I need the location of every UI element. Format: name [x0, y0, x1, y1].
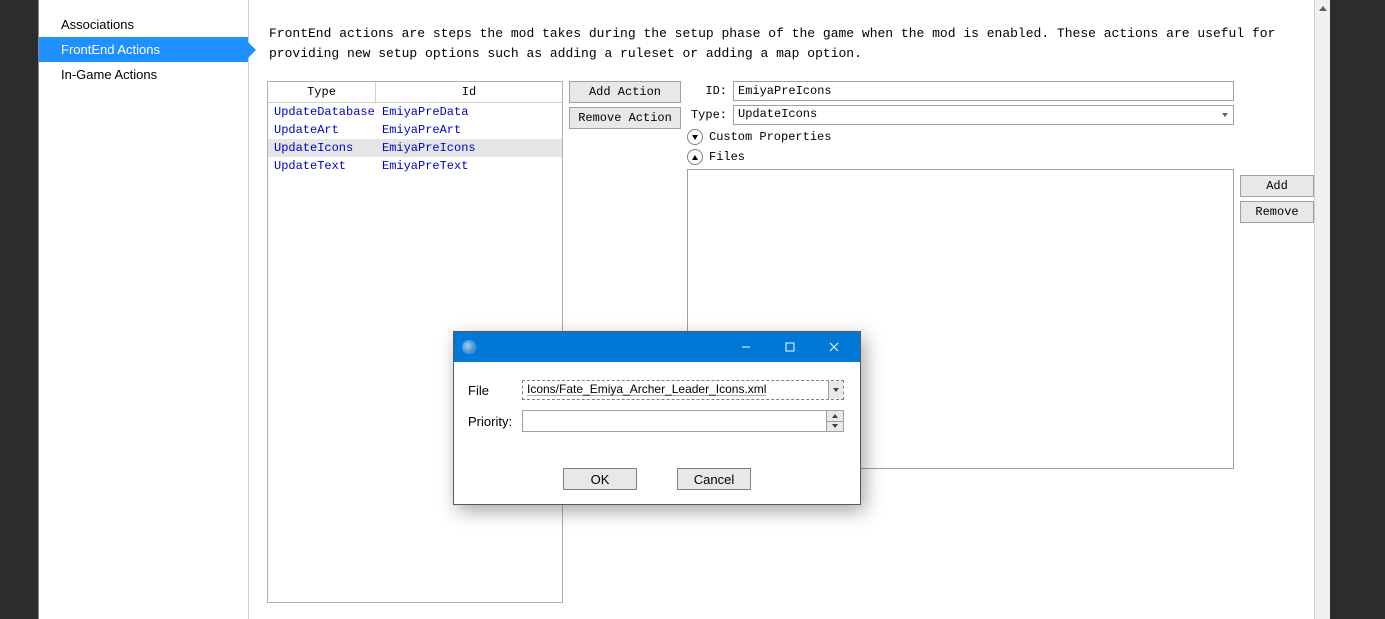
cell-id: EmiyaPreText [376, 157, 562, 175]
files-section[interactable]: Files [687, 149, 1234, 165]
nav-ingame-actions[interactable]: In-Game Actions [39, 62, 248, 87]
cell-type: UpdateDatabase [268, 103, 376, 121]
close-icon [829, 342, 839, 352]
app-icon [462, 340, 476, 354]
maximize-icon [785, 342, 795, 352]
type-label: Type: [687, 108, 733, 122]
cell-id: EmiyaPreIcons [376, 139, 562, 157]
right-dark-strip [1330, 0, 1385, 619]
minimize-button[interactable] [724, 333, 768, 361]
ok-button[interactable]: OK [563, 468, 637, 490]
type-select[interactable]: UpdateIcons [733, 105, 1234, 125]
priority-spinner [827, 410, 844, 432]
left-nav: Associations FrontEnd Actions In-Game Ac… [39, 0, 249, 619]
nav-frontend-actions[interactable]: FrontEnd Actions [39, 37, 248, 62]
file-label: File [468, 383, 522, 398]
file-combobox[interactable]: Icons/Fate_Emiya_Archer_Leader_Icons.xml [522, 380, 844, 400]
id-label: ID: [687, 84, 733, 98]
cell-id: EmiyaPreData [376, 103, 562, 121]
table-row[interactable]: UpdateText EmiyaPreText [268, 157, 562, 175]
cell-type: UpdateText [268, 157, 376, 175]
custom-properties-label: Custom Properties [709, 130, 831, 144]
chevron-down-icon [687, 129, 703, 145]
custom-properties-section[interactable]: Custom Properties [687, 129, 1234, 145]
scroll-up-icon[interactable] [1315, 0, 1330, 16]
dialog-titlebar[interactable] [454, 332, 860, 362]
close-button[interactable] [812, 333, 856, 361]
cell-type: UpdateArt [268, 121, 376, 139]
minimize-icon [741, 342, 751, 352]
id-input[interactable] [733, 81, 1234, 101]
table-row[interactable]: UpdateIcons EmiyaPreIcons [268, 139, 562, 157]
add-file-button[interactable]: Add [1240, 175, 1314, 197]
nav-associations[interactable]: Associations [39, 12, 248, 37]
table-row[interactable]: UpdateDatabase EmiyaPreData [268, 103, 562, 121]
priority-input[interactable] [522, 410, 827, 432]
app-main-panel: Associations FrontEnd Actions In-Game Ac… [38, 0, 1330, 619]
file-buttons: Add Remove [1240, 81, 1314, 603]
remove-file-button[interactable]: Remove [1240, 201, 1314, 223]
column-header-type[interactable]: Type [268, 82, 376, 102]
cancel-button[interactable]: Cancel [677, 468, 751, 490]
vertical-scrollbar[interactable] [1314, 0, 1330, 619]
column-header-id[interactable]: Id [376, 82, 562, 102]
cell-type: UpdateIcons [268, 139, 376, 157]
maximize-button[interactable] [768, 333, 812, 361]
chevron-up-icon [687, 149, 703, 165]
description-text: FrontEnd actions are steps the mod takes… [267, 24, 1314, 63]
file-dialog: File Icons/Fate_Emiya_Archer_Leader_Icon… [453, 331, 861, 505]
files-label: Files [709, 150, 745, 164]
main-content: FrontEnd actions are steps the mod takes… [251, 0, 1330, 619]
add-action-button[interactable]: Add Action [569, 81, 681, 103]
priority-label: Priority: [468, 414, 522, 429]
dropdown-icon[interactable] [828, 381, 843, 399]
spin-down-button[interactable] [827, 422, 843, 432]
remove-action-button[interactable]: Remove Action [569, 107, 681, 129]
cell-id: EmiyaPreArt [376, 121, 562, 139]
table-row[interactable]: UpdateArt EmiyaPreArt [268, 121, 562, 139]
spin-up-button[interactable] [827, 411, 843, 422]
